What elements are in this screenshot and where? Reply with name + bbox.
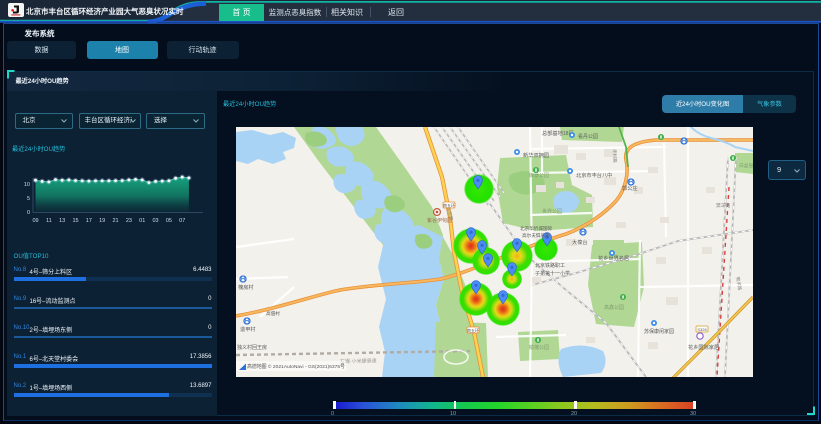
svg-text:新华双拥园: 新华双拥园: [523, 151, 549, 159]
svg-text:10: 10: [24, 182, 30, 188]
svg-text:23: 23: [126, 218, 132, 224]
svg-text:北京铁路职工: 北京铁路职工: [535, 262, 565, 269]
svg-text:花乡国际家居: 花乡国际家居: [688, 343, 719, 351]
svg-text:13: 13: [59, 218, 65, 224]
svg-text:高德地图 © 2021AutoNavi - GS(2021): 高德地图 © 2021AutoNavi - GS(2021)6375号: [247, 363, 345, 370]
svg-text:高佃村: 高佃村: [266, 310, 280, 317]
svg-text:独义村回王房: 独义村回王房: [237, 344, 267, 351]
svg-text:樊羊路: 樊羊路: [716, 202, 731, 209]
svg-text:看丹公园: 看丹公园: [578, 133, 598, 140]
svg-text:07: 07: [179, 218, 185, 224]
svg-text:15: 15: [72, 218, 78, 224]
svg-text:05: 05: [166, 218, 172, 224]
svg-text:御景公园: 御景公园: [529, 172, 549, 179]
svg-text:槐房村: 槐房村: [238, 283, 254, 291]
svg-text:5: 5: [27, 196, 30, 202]
svg-text:榆槐公园: 榆槐公园: [529, 344, 549, 351]
svg-text:17: 17: [86, 218, 92, 224]
svg-text:11: 11: [46, 218, 52, 224]
svg-text:0: 0: [27, 210, 30, 216]
svg-text:北京市丰台八中: 北京市丰台八中: [576, 171, 612, 179]
svg-text:世界公园: 世界公园: [542, 208, 562, 215]
svg-text:19: 19: [99, 218, 105, 224]
svg-text:大葆台: 大葆台: [572, 238, 588, 246]
svg-text:南五环: 南五环: [443, 202, 455, 208]
svg-text:南五环: 南五环: [467, 327, 479, 333]
svg-text:高尔夫俱乐部: 高尔夫俱乐部: [522, 232, 550, 239]
svg-text:09: 09: [32, 218, 38, 224]
svg-text:S326: S326: [697, 327, 707, 332]
svg-text:01: 01: [139, 218, 145, 224]
svg-text:子弟第十一小学: 子弟第十一小学: [535, 270, 570, 277]
svg-text:造甲村: 造甲村: [240, 325, 256, 333]
svg-text:北京华侨城国际: 北京华侨城国际: [520, 225, 553, 232]
svg-text:21: 21: [112, 218, 118, 224]
svg-text:总部基地18区: 总部基地18区: [542, 129, 574, 137]
svg-text:苏保康闲家园: 苏保康闲家园: [644, 328, 674, 335]
svg-text:高鑫公园: 高鑫公园: [604, 304, 624, 311]
svg-text:03: 03: [152, 218, 158, 224]
svg-text:白盆窑公园: 白盆窑公园: [739, 162, 753, 169]
